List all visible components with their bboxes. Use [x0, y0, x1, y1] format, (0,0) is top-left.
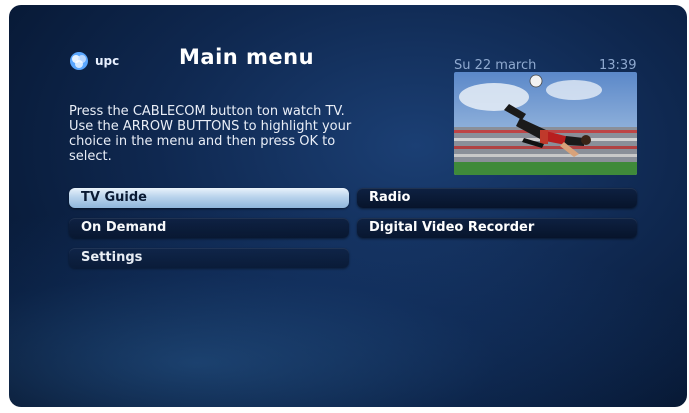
- upc-logo: upc: [69, 51, 119, 71]
- page-title: Main menu: [179, 45, 315, 69]
- upc-logo-icon: [70, 52, 88, 70]
- tv-screen: upc Main menu Su 22 march 13:39 Press th…: [9, 5, 687, 407]
- on-demand-button[interactable]: On Demand: [69, 218, 349, 238]
- live-tv-preview: [454, 72, 637, 175]
- radio-button[interactable]: Radio: [357, 188, 637, 208]
- digital-video-recorder-button[interactable]: Digital Video Recorder: [357, 218, 637, 238]
- date-label: Su 22 march: [454, 58, 537, 73]
- time-label: 13:39: [599, 58, 637, 73]
- settings-button[interactable]: Settings: [69, 248, 349, 268]
- tv-guide-button[interactable]: TV Guide: [69, 188, 349, 208]
- instructions-text: Press the CABLECOM button ton watch TV. …: [69, 104, 352, 164]
- soccer-bicycle-kick-image: [454, 72, 637, 175]
- logo-text: upc: [95, 54, 120, 68]
